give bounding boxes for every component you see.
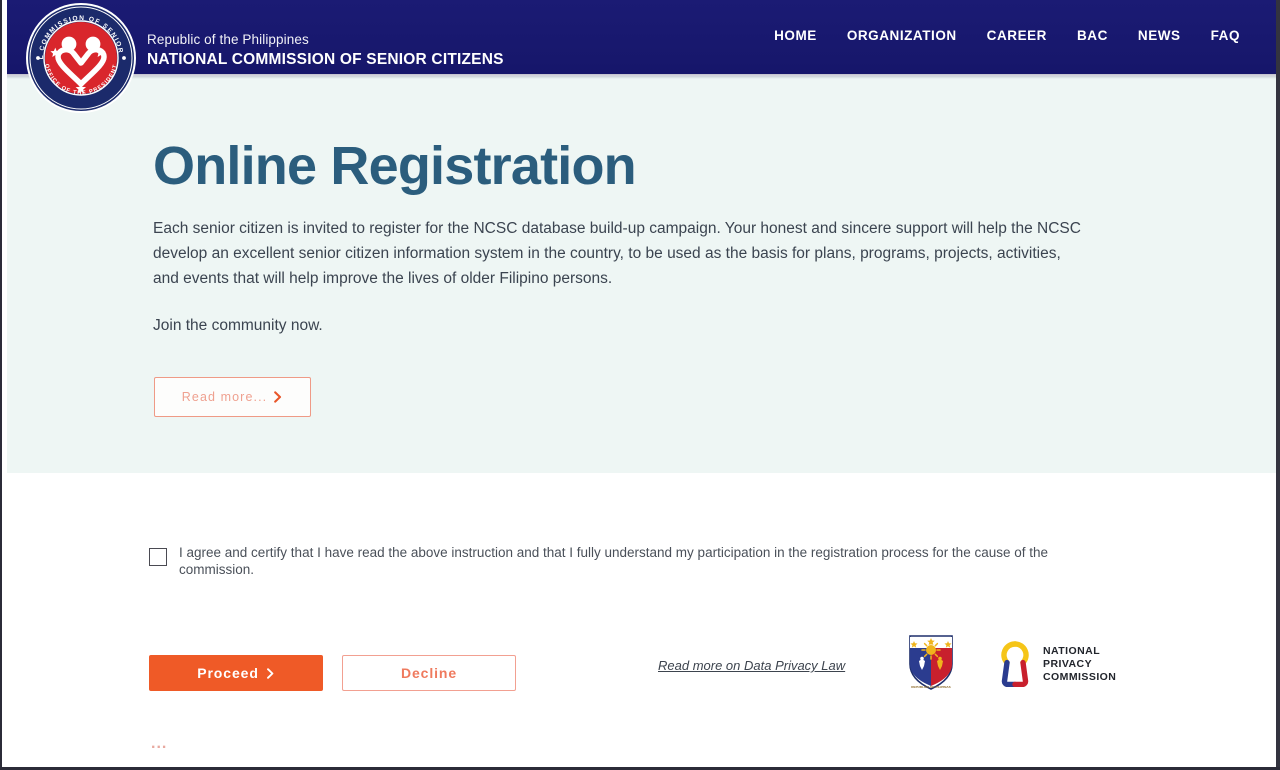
proceed-button[interactable]: Proceed <box>149 655 323 691</box>
proceed-button-label: Proceed <box>197 665 259 681</box>
national-privacy-commission-logo: NATIONAL PRIVACY COMMISSION <box>996 640 1117 688</box>
hero-join-text: Join the community now. <box>153 317 323 334</box>
main-nav: HOME ORGANIZATION CAREER BAC NEWS FAQ <box>774 28 1240 43</box>
decline-button-label: Decline <box>400 665 458 681</box>
footer-ellipsis: ... <box>151 735 168 752</box>
nav-item-bac[interactable]: BAC <box>1077 28 1108 43</box>
window-right-border <box>1276 0 1280 770</box>
svg-text:REPUBLIKA NG PILIPINAS: REPUBLIKA NG PILIPINAS <box>911 685 950 689</box>
read-more-button[interactable]: Read more... <box>154 377 311 417</box>
nav-item-news[interactable]: NEWS <box>1138 28 1181 43</box>
page-title: Online Registration <box>153 136 637 196</box>
agree-checkbox[interactable] <box>149 548 167 566</box>
npc-keyhole-icon <box>996 641 1034 688</box>
page-root: Republic of the Philippines NATIONAL COM… <box>0 0 1280 770</box>
brand-text: Republic of the Philippines NATIONAL COM… <box>147 32 504 69</box>
read-more-label: Read more... <box>181 390 268 404</box>
site-header: Republic of the Philippines NATIONAL COM… <box>0 0 1280 74</box>
header-shadow <box>0 74 1280 79</box>
chevron-right-icon <box>266 667 275 679</box>
nav-item-career[interactable]: CAREER <box>987 28 1047 43</box>
chevron-right-icon <box>273 391 283 403</box>
philippine-coat-of-arms-logo: REPUBLIKA NG PILIPINAS <box>906 634 956 692</box>
brand-republic-line: Republic of the Philippines <box>147 32 309 47</box>
consent-row: I agree and certify that I have read the… <box>149 545 1109 578</box>
nav-item-home[interactable]: HOME <box>774 28 817 43</box>
ncsc-seal-logo[interactable]: NATIONAL COMMISSION OF SENIOR CITIZENS O… <box>22 0 137 114</box>
nav-item-faq[interactable]: FAQ <box>1211 28 1240 43</box>
brand-agency-line: NATIONAL COMMISSION OF SENIOR CITIZENS <box>147 51 504 68</box>
data-privacy-law-link[interactable]: Read more on Data Privacy Law <box>658 658 845 673</box>
npc-logo-text: NATIONAL PRIVACY COMMISSION <box>1043 644 1117 683</box>
window-left-border <box>0 0 2 770</box>
nav-item-organization[interactable]: ORGANIZATION <box>847 28 957 43</box>
decline-button[interactable]: Decline <box>342 655 516 691</box>
hero-paragraph: Each senior citizen is invited to regist… <box>153 220 1081 287</box>
agree-checkbox-label: I agree and certify that I have read the… <box>179 545 1049 577</box>
